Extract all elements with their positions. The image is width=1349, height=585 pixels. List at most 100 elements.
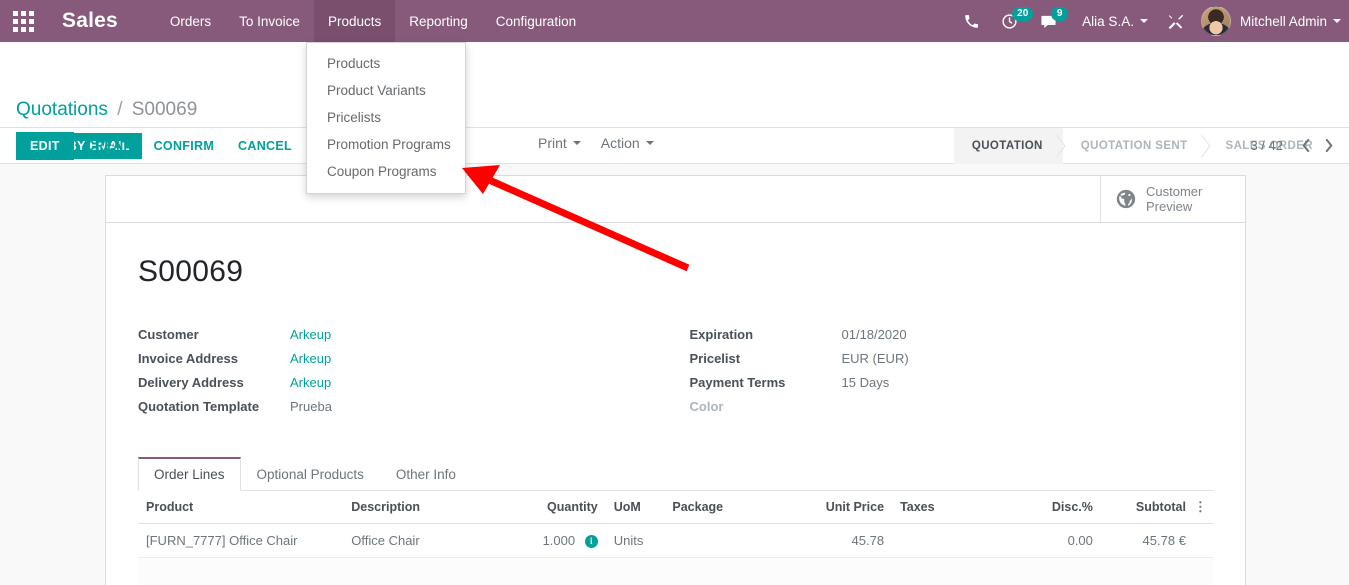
apps-grid-icon bbox=[12, 10, 34, 32]
globe-icon bbox=[1115, 188, 1137, 210]
stat-button-box: Customer Preview bbox=[106, 176, 1245, 223]
phone-icon[interactable] bbox=[953, 0, 990, 42]
dropdown-item-pricelists[interactable]: Pricelists bbox=[307, 104, 465, 131]
cell-discount[interactable]: 0.00 bbox=[1001, 523, 1101, 558]
tab-order-lines[interactable]: Order Lines bbox=[138, 457, 241, 491]
order-lines-body: [FURN_7777] Office Chair Office Chair 1.… bbox=[138, 523, 1213, 585]
field-delivery-address-label: Delivery Address bbox=[138, 375, 244, 390]
breadcrumb-quotations[interactable]: Quotations bbox=[16, 99, 108, 120]
menu-item-products[interactable]: Products bbox=[313, 0, 396, 42]
column-package[interactable]: Package bbox=[664, 491, 794, 524]
user-menu[interactable]: Mitchell Admin bbox=[1231, 0, 1341, 42]
column-quantity[interactable]: Quantity bbox=[503, 491, 606, 524]
pager-value[interactable]: 3 / 42 bbox=[1250, 138, 1293, 153]
print-dropdown[interactable]: Print bbox=[538, 135, 581, 151]
cell-product[interactable]: [FURN_7777] Office Chair bbox=[138, 523, 344, 558]
table-header-row: Product Description Quantity UoM Package… bbox=[138, 491, 1213, 524]
confirm-button[interactable]: CONFIRM bbox=[142, 133, 226, 159]
pager-previous-icon[interactable] bbox=[1293, 134, 1317, 156]
column-description[interactable]: Description bbox=[343, 491, 504, 524]
field-customer: Customer Arkeup bbox=[138, 327, 676, 351]
dropdown-item-products[interactable]: Products bbox=[307, 50, 465, 77]
tab-optional-products[interactable]: Optional Products bbox=[241, 457, 380, 491]
notebook: Order Lines Optional Products Other Info… bbox=[138, 457, 1213, 585]
apps-menu-button[interactable] bbox=[0, 0, 46, 42]
pager-next-icon[interactable] bbox=[1317, 134, 1341, 156]
column-taxes[interactable]: Taxes bbox=[892, 491, 1002, 524]
info-icon[interactable]: i bbox=[584, 535, 598, 548]
debug-wrench-icon[interactable] bbox=[1156, 0, 1195, 42]
field-delivery-address: Delivery Address Arkeup bbox=[138, 375, 676, 399]
dropdown-item-product-variants[interactable]: Product Variants bbox=[307, 77, 465, 104]
control-panel: Quotations / S00069 EDIT CREATE Print Ac… bbox=[0, 42, 1349, 160]
customer-preview-button[interactable]: Customer Preview bbox=[1100, 176, 1245, 222]
table-empty-row bbox=[138, 557, 1213, 585]
cell-description[interactable]: Office Chair bbox=[343, 523, 504, 558]
column-product[interactable]: Product bbox=[138, 491, 344, 524]
breadcrumb: Quotations / S00069 bbox=[16, 99, 197, 121]
form-statusbar-row: SEND BY EMAIL CONFIRM CANCEL QUOTATION Q… bbox=[0, 128, 1349, 164]
chevron-down-icon bbox=[572, 141, 581, 145]
odoo-sales-form-view: Sales Orders To Invoice Products Reporti… bbox=[0, 0, 1349, 585]
column-unit-price[interactable]: Unit Price bbox=[793, 491, 893, 524]
column-discount[interactable]: Disc.% bbox=[1001, 491, 1101, 524]
field-customer-label: Customer bbox=[138, 327, 199, 342]
menu-item-reporting[interactable]: Reporting bbox=[395, 0, 482, 42]
table-empty-cell bbox=[138, 557, 1213, 585]
column-subtotal[interactable]: Subtotal bbox=[1100, 491, 1194, 524]
tab-other-info[interactable]: Other Info bbox=[380, 457, 472, 491]
field-invoice-address: Invoice Address Arkeup bbox=[138, 351, 676, 375]
vertical-dots-icon: ⋮ bbox=[1193, 499, 1207, 514]
field-payment-terms-value[interactable]: 15 Days bbox=[842, 375, 890, 390]
field-pricelist-value[interactable]: EUR (EUR) bbox=[842, 351, 909, 366]
app-brand-title[interactable]: Sales bbox=[46, 0, 124, 42]
field-invoice-address-value[interactable]: Arkeup bbox=[290, 351, 331, 366]
breadcrumb-current: S00069 bbox=[131, 99, 198, 120]
field-customer-value[interactable]: Arkeup bbox=[290, 327, 331, 342]
navbar-systray: 20 9 Alia S.A. Mitchell Admin bbox=[953, 0, 1349, 42]
dropdown-item-coupon-programs[interactable]: Coupon Programs bbox=[307, 158, 465, 185]
company-switcher[interactable]: Alia S.A. bbox=[1068, 0, 1156, 42]
form-column-left: Customer Arkeup Invoice Address Arkeup D… bbox=[138, 327, 676, 423]
cell-taxes[interactable] bbox=[892, 523, 1002, 558]
cell-uom[interactable]: Units bbox=[605, 523, 665, 558]
control-panel-dropdowns: Print Action bbox=[538, 135, 654, 151]
cell-unit-price[interactable]: 45.78 bbox=[793, 523, 893, 558]
optional-columns-toggle[interactable]: ⋮ bbox=[1193, 491, 1213, 524]
menu-item-configuration[interactable]: Configuration bbox=[482, 0, 590, 42]
user-avatar[interactable] bbox=[1200, 6, 1231, 36]
field-expiration-value[interactable]: 01/18/2020 bbox=[842, 327, 907, 342]
edit-button[interactable]: EDIT bbox=[16, 132, 74, 160]
column-uom[interactable]: UoM bbox=[605, 491, 665, 524]
field-payment-terms-label: Payment Terms bbox=[689, 375, 786, 390]
action-dropdown[interactable]: Action bbox=[601, 135, 654, 151]
chevron-down-icon bbox=[645, 141, 654, 145]
messages-icon[interactable]: 9 bbox=[1029, 0, 1069, 42]
cell-subtotal[interactable]: 45.78 € bbox=[1100, 523, 1194, 558]
cancel-button[interactable]: CANCEL bbox=[226, 133, 304, 159]
customer-preview-line2: Preview bbox=[1146, 199, 1193, 214]
menu-item-orders[interactable]: Orders bbox=[156, 0, 225, 42]
field-delivery-address-value[interactable]: Arkeup bbox=[290, 375, 331, 390]
field-quotation-template: Quotation Template Prueba bbox=[138, 399, 676, 423]
top-navbar: Sales Orders To Invoice Products Reporti… bbox=[0, 0, 1349, 42]
dropdown-item-promotion-programs[interactable]: Promotion Programs bbox=[307, 131, 465, 158]
field-quotation-template-value[interactable]: Prueba bbox=[290, 399, 332, 414]
activities-icon[interactable]: 20 bbox=[990, 0, 1034, 42]
products-dropdown-menu: Products Product Variants Pricelists Pro… bbox=[306, 42, 466, 194]
control-panel-buttons: EDIT CREATE bbox=[16, 132, 150, 160]
cell-quantity[interactable]: 1.000 i bbox=[503, 523, 606, 558]
status-step-quotation-sent[interactable]: QUOTATION SENT bbox=[1063, 128, 1208, 164]
field-invoice-address-label: Invoice Address bbox=[138, 351, 238, 366]
field-pricelist-label: Pricelist bbox=[689, 351, 741, 366]
table-row[interactable]: [FURN_7777] Office Chair Office Chair 1.… bbox=[138, 523, 1213, 558]
field-color-label: Color bbox=[689, 399, 724, 414]
status-step-quotation[interactable]: QUOTATION bbox=[953, 128, 1063, 164]
menu-item-to-invoice[interactable]: To Invoice bbox=[225, 0, 314, 42]
form-fields: Customer Arkeup Invoice Address Arkeup D… bbox=[138, 327, 1213, 423]
cell-package[interactable] bbox=[664, 523, 794, 558]
sheet-body: S00069 Customer Arkeup Invoice Address A… bbox=[106, 223, 1245, 585]
field-payment-terms: Payment Terms 15 Days bbox=[690, 375, 1214, 399]
create-button[interactable]: CREATE bbox=[74, 133, 150, 159]
field-quotation-template-label: Quotation Template bbox=[138, 399, 260, 414]
